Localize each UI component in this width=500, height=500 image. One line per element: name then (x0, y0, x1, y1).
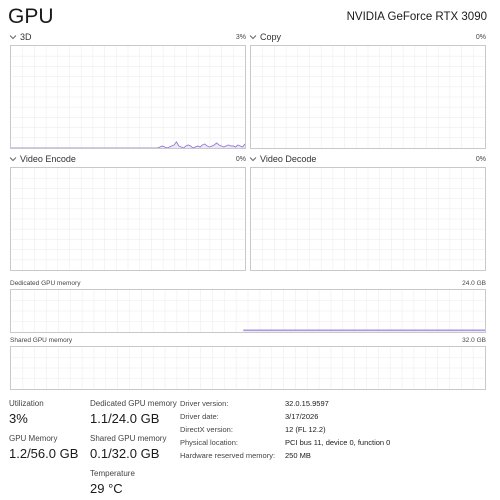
engine-percent: 0% (475, 156, 486, 163)
chevron-down-icon (9, 35, 17, 40)
dedicated-memory-graph-label: Dedicated GPU memory (10, 280, 81, 287)
chevron-down-icon (249, 35, 257, 40)
utilization-label: Utilization (9, 399, 44, 408)
engine-percent: 3% (235, 34, 246, 41)
hardware-reserved-memory-label: Hardware reserved memory: (180, 451, 276, 460)
engine-graph-3d (10, 45, 246, 149)
gpu-model-name: NVIDIA GeForce RTX 3090 (346, 11, 487, 23)
engine-name: Video Decode (260, 154, 317, 164)
engine-selector-video-decode[interactable]: Video Decode (249, 154, 316, 166)
gpu-memory-label: GPU Memory (9, 434, 58, 443)
engine-graph-video-encode (10, 167, 246, 271)
hardware-reserved-memory-value: 250 MB (285, 451, 311, 460)
dedicated-memory-graph (10, 289, 486, 333)
dedicated-memory-value: 1.1/24.0 GB (90, 411, 160, 426)
engine-selector-3d[interactable]: 3D (9, 32, 32, 44)
engine-graph-copy (250, 45, 486, 149)
engine-name: Copy (260, 32, 282, 42)
engine-percent: 0% (235, 156, 246, 163)
directx-version-value: 12 (FL 12.2) (285, 425, 326, 434)
chevron-down-icon (9, 157, 17, 162)
physical-location-label: Physical location: (180, 438, 238, 447)
engine-name: Video Encode (20, 154, 76, 164)
driver-version-label: Driver version: (180, 399, 229, 408)
shared-memory-label: Shared GPU memory (90, 434, 167, 443)
gpu-memory-value: 1.2/56.0 GB (9, 446, 79, 461)
chevron-down-icon (249, 157, 257, 162)
driver-date-value: 3/17/2026 (285, 412, 319, 421)
shared-memory-graph (10, 346, 486, 390)
engine-name: 3D (20, 32, 32, 42)
page-title: GPU (8, 5, 54, 28)
driver-date-label: Driver date: (180, 412, 219, 421)
engine-selector-copy[interactable]: Copy (249, 32, 281, 44)
utilization-value: 3% (9, 411, 28, 426)
shared-memory-graph-max: 32.0 GB (462, 337, 486, 344)
directx-version-label: DirectX version: (180, 425, 233, 434)
shared-memory-value: 0.1/32.0 GB (90, 446, 160, 461)
dedicated-memory-label: Dedicated GPU memory (90, 399, 177, 408)
driver-version-value: 32.0.15.9597 (285, 399, 329, 408)
engine-graph-video-decode (250, 167, 486, 271)
shared-memory-graph-label: Shared GPU memory (10, 337, 73, 344)
engine-percent: 0% (475, 34, 486, 41)
temperature-value: 29 °C (90, 481, 123, 496)
physical-location-value: PCI bus 11, device 0, function 0 (285, 438, 391, 447)
engine-selector-video-encode[interactable]: Video Encode (9, 154, 76, 166)
temperature-label: Temperature (90, 469, 135, 478)
dedicated-memory-graph-max: 24.0 GB (462, 280, 486, 287)
